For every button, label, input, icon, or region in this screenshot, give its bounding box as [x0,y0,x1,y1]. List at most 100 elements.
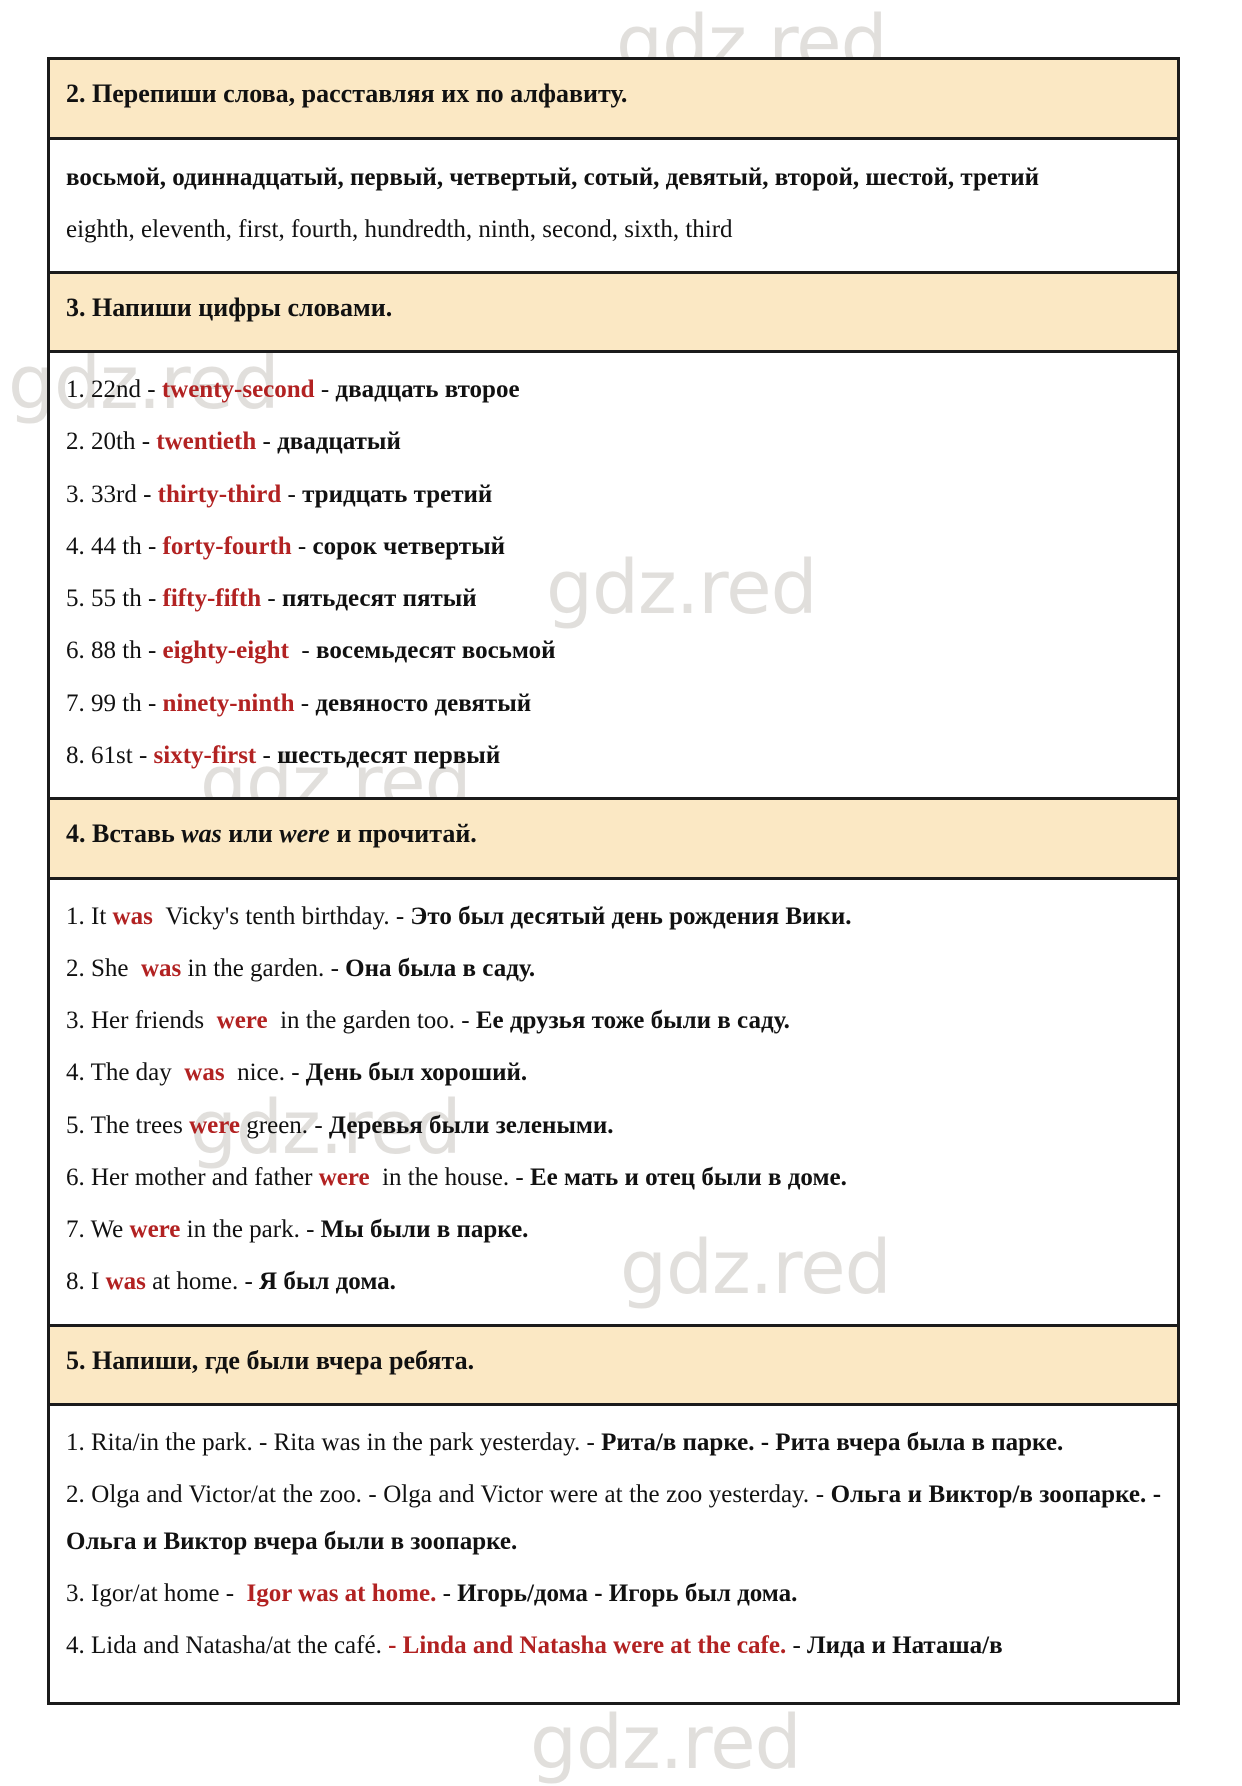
item-translation-russian: Деревья были зелеными. [328,1111,614,1139]
dash: - [461,1007,470,1034]
dash: - [259,1429,268,1456]
dash: - [138,741,148,769]
exercise-4-section: 4. Вставь was или were и прочитай. 1. It… [50,800,1177,1327]
item-answer-english: Rita was in the park yesterday. [273,1429,581,1456]
sentence-after: green. [246,1111,309,1139]
item-translation-russian: Это был десятый день рождения Вики. [410,902,852,930]
exercise-5-heading: 5. Напиши, где были вчера ребята. [50,1326,1177,1406]
list-item: 7. We were in the park. - Мы были в парк… [66,1207,1161,1253]
worksheet-page: 2. Перепиши слова, расставляя их по алфа… [47,57,1180,1705]
exercise-2-section: 2. Перепиши слова, расставляя их по алфа… [50,60,1177,274]
item-translation-russian: Я был дома. [259,1268,396,1296]
dash: - [297,532,307,560]
dash: - [395,902,405,930]
list-item: 1. It was Vicky's tenth birthday. - Это … [66,894,1161,940]
list-item: 5. 55 th - fifty-fifth - пятьдесят пятый [66,576,1161,622]
item-answer-english: twentieth [156,428,257,456]
item-number: 4. [66,1059,85,1087]
dash: - [287,480,296,508]
heading-text-part-2: или [221,819,280,848]
item-figure: 44 th [91,532,142,560]
dash: - [143,480,152,508]
item-number: 1. [66,376,85,403]
dash: - [760,1429,770,1456]
dash: - [225,1579,235,1607]
exercise-3-body: 1. 22nd - twenty-second - двадцать второ… [50,353,1177,800]
item-prompt-russian: Игорь/дома [457,1579,588,1607]
item-number: 5. [66,1111,85,1139]
item-prompt-russian: Рита/в парке. [601,1429,755,1456]
item-number: 6. [66,637,85,665]
dash: - [147,376,156,403]
heading-italic-were: were [279,819,330,848]
item-number: 2. [66,428,85,456]
sentence-before: Her mother and father [91,1163,313,1191]
heading-italic-was: was [181,819,222,848]
item-answer-russian: восемьдесят восьмой [315,637,556,665]
list-item: 2. She was in the garden. - Она была в с… [66,946,1161,992]
dash: - [147,637,157,665]
item-number: 2. [66,1481,85,1509]
item-figure: 33rd [91,480,137,508]
item-answer-verb: were [189,1111,241,1139]
list-item: 4. 44 th - forty-fourth - сорок четверты… [66,524,1161,570]
item-answer-english: Igor was at home. [246,1579,437,1607]
dash: - [141,428,151,456]
sentence-after: Vicky's tenth birthday. [165,902,390,930]
item-answer-verb: was [184,1059,225,1087]
item-answer-english: ninety-ninth [162,689,295,717]
item-prompt-russian: Ольга и Виктор/в зоопарке. [830,1481,1147,1509]
item-number: 7. [66,689,85,717]
sentence-before: The trees [90,1111,183,1139]
heading-text-part-3: и прочитай. [329,819,477,848]
exercise-3-heading: 3. Напиши цифры словами. [50,273,1177,353]
item-translation-russian: Ее друзья тоже были в саду. [475,1007,790,1034]
item-number: 4. [66,1632,85,1659]
sentence-before: She [91,954,129,982]
item-answer-english: Olga and Victor were at the zoo yesterda… [383,1481,810,1509]
dash: - [594,1579,603,1607]
item-answer-english: sixty-first [153,741,257,769]
exercise-5-body: 1. Rita/in the park. - Rita was in the p… [50,1406,1177,1702]
dash: - [515,1163,524,1191]
sentence-before: We [90,1216,124,1243]
item-answer-russian: тридцать третий [302,480,493,508]
sentence-after: in the park. [186,1216,300,1243]
item-prompt: Rita/in the park. [91,1429,253,1456]
exercise-2-heading: 2. Перепиши слова, расставляя их по алфа… [50,60,1177,140]
list-item: 2. Olga and Victor/at the zoo. - Olga an… [66,1472,1161,1565]
dash: - [815,1481,825,1509]
list-item: 4. The day was nice. - День был хороший. [66,1050,1161,1096]
dash: - [330,954,339,982]
item-number: 4. [66,532,85,560]
dash: - [792,1632,801,1659]
item-answer-russian: Ольга и Виктор вчера были в зоопарке. [66,1527,518,1555]
item-number: 1. [66,902,85,930]
item-number: 3. [66,480,85,508]
dash: - [1152,1481,1162,1509]
dash: - [147,689,157,717]
sentence-before: I [91,1268,100,1296]
dash: - [262,428,271,456]
dash: - [388,1632,397,1659]
item-answer-english: eighty-eight [162,637,289,665]
item-number: 2. [66,954,85,982]
item-prompt: Lida and Natasha/at the café. [91,1632,382,1659]
sentence-after: nice. [237,1059,285,1087]
item-answer-verb: were [318,1163,370,1191]
item-number: 6. [66,1163,85,1191]
item-figure: 55 th [91,585,142,612]
dash: - [586,1429,595,1456]
exercise-4-heading: 4. Вставь was или were и прочитай. [50,800,1177,880]
dash: - [368,1481,377,1509]
item-answer-verb: were [216,1007,268,1034]
list-item: 3. Igor/at home - Igor was at home. - Иг… [66,1571,1161,1617]
list-item: 8. I was at home. - Я был дома. [66,1259,1161,1305]
item-answer-verb: was [105,1268,146,1296]
item-number: 1. [66,1429,85,1456]
item-answer-russian: девяносто девятый [315,689,532,717]
item-answer-russian: сорок четвертый [312,532,506,560]
item-answer-english: forty-fourth [162,532,292,560]
item-figure: 88 th [91,637,142,665]
dash: - [147,585,157,612]
